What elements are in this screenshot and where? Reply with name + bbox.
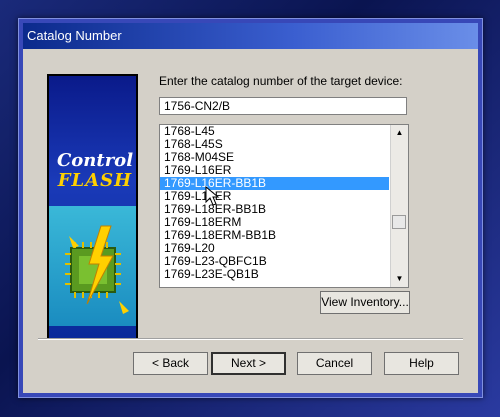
list-item[interactable]: 1768-M04SE [160, 151, 389, 164]
list-scrollbar[interactable]: ▲ ▼ [390, 125, 408, 287]
back-button[interactable]: < Back [133, 352, 208, 375]
mouse-cursor-icon [205, 186, 220, 206]
title-bar[interactable]: Catalog Number [23, 23, 478, 49]
cancel-button[interactable]: Cancel [297, 352, 372, 375]
list-item[interactable]: 1769-L23E-QB1B [160, 268, 389, 281]
list-item[interactable]: 1769-L18ERM [160, 216, 389, 229]
list-item[interactable]: 1769-L23-QBFC1B [160, 255, 389, 268]
catalog-list-items: 1768-L45 1768-L45S 1768-M04SE 1769-L16ER 176… [160, 125, 389, 281]
next-button[interactable]: Next > [211, 352, 286, 375]
scroll-up-icon[interactable]: ▲ [391, 125, 408, 141]
logo-line-2: FLASH [57, 170, 133, 191]
window-title: Catalog Number [27, 28, 122, 43]
logo-line-1: Control [56, 150, 134, 171]
help-button[interactable]: Help [384, 352, 459, 375]
button-separator [38, 338, 463, 340]
list-item[interactable]: 1769-L18ER [160, 190, 389, 203]
chip-graphic [49, 206, 136, 326]
scroll-thumb[interactable] [392, 215, 406, 229]
controlflash-banner: Control FLASH [47, 74, 138, 340]
list-item[interactable]: 1768-L45 [160, 125, 389, 138]
list-item[interactable]: 1769-L18ER-BB1B [160, 203, 389, 216]
catalog-number-input[interactable] [159, 97, 407, 115]
scroll-down-icon[interactable]: ▼ [391, 271, 408, 287]
list-item[interactable]: 1769-L20 [160, 242, 389, 255]
view-inventory-button[interactable]: View Inventory... [320, 291, 410, 314]
catalog-number-list[interactable]: 1768-L45 1768-L45S 1768-M04SE 1769-L16ER 176… [159, 124, 409, 288]
list-item[interactable]: 1768-L45S [160, 138, 389, 151]
chip-lightning-icon [65, 225, 129, 314]
list-item[interactable]: 1769-L16ER-BB1B [160, 177, 389, 190]
catalog-prompt-label: Enter the catalog number of the target d… [159, 74, 403, 88]
list-item[interactable]: 1769-L16ER [160, 164, 389, 177]
list-item[interactable]: 1769-L18ERM-BB1B [160, 229, 389, 242]
